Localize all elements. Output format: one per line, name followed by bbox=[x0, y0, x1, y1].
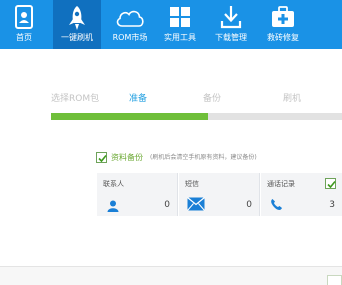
toolbar-item-download-manager[interactable]: 下载管理 bbox=[207, 0, 255, 49]
cloud-icon bbox=[115, 8, 145, 32]
step-select-rom: 选择ROM包 bbox=[51, 94, 100, 104]
backup-checkbox[interactable] bbox=[96, 152, 107, 163]
toolbar-label: 下载管理 bbox=[215, 33, 247, 42]
toolbar-label: 首页 bbox=[16, 33, 32, 42]
card-count: 3 bbox=[329, 200, 335, 210]
step-flash: 刷机 bbox=[283, 94, 302, 104]
backup-label[interactable]: 资料备份 bbox=[111, 151, 143, 164]
phone-handset-icon bbox=[270, 196, 283, 215]
card-count: 0 bbox=[164, 200, 170, 210]
check-icon bbox=[327, 180, 336, 189]
toolbar-item-rom-market[interactable]: ROM市场 bbox=[106, 0, 154, 49]
grid-icon bbox=[169, 6, 191, 32]
check-icon bbox=[98, 154, 107, 163]
step-indicator: 选择ROM包 准备 备份 刷机 bbox=[0, 92, 342, 106]
card-count: 0 bbox=[246, 200, 252, 210]
toolbar-item-utilities[interactable]: 实用工具 bbox=[156, 0, 204, 49]
card-sms[interactable]: 短信 0 bbox=[179, 173, 260, 216]
toolbar-label: 一键刷机 bbox=[61, 33, 93, 42]
toolbar-item-brick-repair[interactable]: 救砖修复 bbox=[259, 0, 307, 49]
card-call-log[interactable]: 通话记录 3 bbox=[261, 173, 342, 216]
step-prepare: 准备 bbox=[129, 94, 148, 104]
backup-cards: 联系人 0 短信 0 通话记录 3 bbox=[97, 173, 342, 216]
download-icon bbox=[220, 5, 242, 33]
medkit-icon bbox=[271, 6, 295, 32]
rocket-icon bbox=[67, 5, 87, 35]
card-title: 通话记录 bbox=[267, 180, 295, 188]
card-contacts[interactable]: 联系人 0 bbox=[97, 173, 178, 216]
toolbar-item-one-click-flash[interactable]: 一键刷机 bbox=[53, 0, 101, 49]
card-title: 短信 bbox=[185, 180, 199, 188]
call-log-checkbox[interactable] bbox=[325, 178, 336, 189]
bottom-bar bbox=[0, 266, 342, 285]
step-backup: 备份 bbox=[203, 94, 222, 104]
progress-fill bbox=[51, 113, 209, 120]
backup-hint: (刷机后会清空手机原有资料，建议备份) bbox=[150, 154, 257, 161]
next-button[interactable] bbox=[327, 275, 342, 285]
card-title: 联系人 bbox=[103, 180, 124, 188]
contact-person-icon bbox=[107, 197, 119, 216]
toolbar-item-home[interactable]: 首页 bbox=[0, 0, 48, 49]
toolbar-label: 救砖修复 bbox=[267, 33, 299, 42]
top-toolbar: 首页 一键刷机 ROM市场 实用工具 下载管理 救砖修复 bbox=[0, 0, 342, 49]
phone-home-icon bbox=[14, 5, 34, 33]
progress-bar bbox=[51, 113, 342, 120]
envelope-icon bbox=[187, 196, 205, 215]
